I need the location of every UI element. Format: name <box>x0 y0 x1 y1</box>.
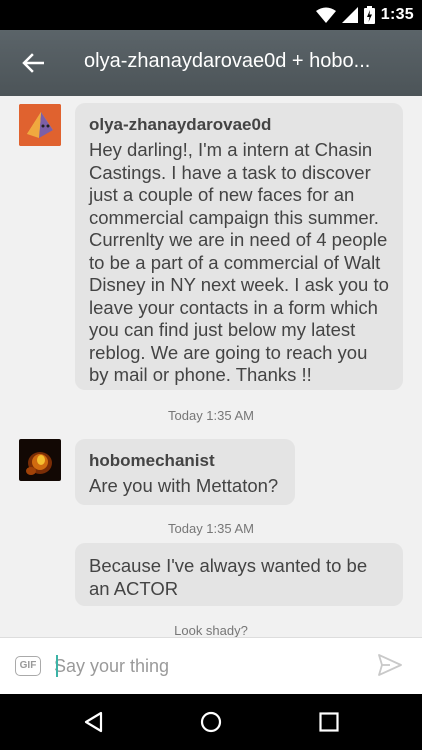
message-sender[interactable]: hobomechanist <box>89 451 281 471</box>
text-cursor <box>56 655 58 677</box>
nav-recents-button[interactable] <box>317 710 341 734</box>
status-bar: 1:35 <box>0 0 422 30</box>
square-recents-icon <box>319 712 339 732</box>
status-time: 1:35 <box>380 6 414 23</box>
avatar-fire-image <box>19 439 61 481</box>
send-button[interactable] <box>378 654 404 678</box>
message-timestamp: Look shady? <box>174 623 248 637</box>
message-sender[interactable]: olya-zhanaydarovae0d <box>89 115 389 135</box>
avatar-hobomechanist[interactable] <box>19 439 61 481</box>
message-text: Hey darling!, I'm a intern at Chasin Cas… <box>89 139 389 385</box>
message-timestamp: Today 1:35 AM <box>168 408 254 423</box>
battery-icon <box>363 6 375 24</box>
message-timestamp: Today 1:35 AM <box>168 521 254 536</box>
avatar-olya[interactable] <box>19 104 61 146</box>
message-text: Because I've always wanted to be an ACTO… <box>89 555 368 599</box>
gif-button[interactable]: GIF <box>15 656 41 676</box>
message-bubble[interactable]: hobomechanist Are you with Mettaton? <box>75 439 295 505</box>
message-bubble[interactable]: olya-zhanaydarovae0d Hey darling!, I'm a… <box>75 103 403 390</box>
arrow-left-icon <box>22 53 44 73</box>
message-text: Are you with Mettaton? <box>89 475 279 496</box>
app-bar: olya-zhanaydarovae0d + hobo... <box>0 30 422 96</box>
nav-back-button[interactable] <box>82 710 106 734</box>
avatar-pyramid-image <box>19 104 61 146</box>
conversation-title: olya-zhanaydarovae0d + hobo... <box>84 50 371 72</box>
message-bubble[interactable]: Because I've always wanted to be an ACTO… <box>75 543 403 606</box>
nav-home-button[interactable] <box>199 710 223 734</box>
send-icon <box>378 654 402 676</box>
conversation-thread[interactable]: olya-zhanaydarovae0d Hey darling!, I'm a… <box>0 96 422 637</box>
circle-home-icon <box>200 711 222 733</box>
triangle-back-icon <box>84 711 103 733</box>
back-button[interactable] <box>18 48 48 78</box>
wifi-icon <box>315 7 336 23</box>
message-input[interactable] <box>54 651 354 681</box>
cell-signal-icon <box>341 7 358 23</box>
system-nav-bar <box>0 694 422 750</box>
message-composer: GIF <box>0 637 422 694</box>
